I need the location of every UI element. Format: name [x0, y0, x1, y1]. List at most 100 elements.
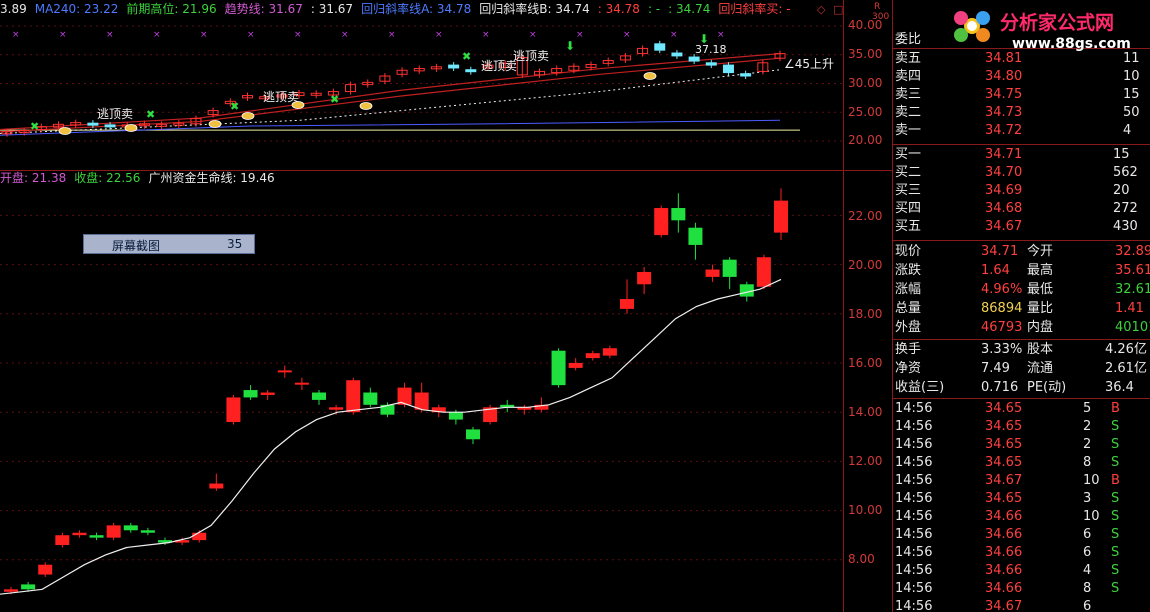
tick-price: 34.65 — [985, 401, 1023, 416]
sub-candle — [671, 193, 686, 233]
main-candle — [70, 119, 82, 128]
stat-row[interactable]: 涨跌 1.64 最高 35.61 — [893, 262, 1150, 280]
main-legend-item: 回归斜率线B: 34.74 — [479, 2, 590, 16]
bid-row[interactable]: 买四 34.68 272 — [893, 200, 1150, 218]
tick-time: 14:56 — [895, 527, 933, 542]
tick-side: S — [1111, 563, 1120, 578]
tick-row[interactable]: 14:56 34.65 2 S — [893, 418, 1150, 436]
ask-row[interactable]: 卖四 34.80 10 — [893, 68, 1150, 86]
quote-panel: 委比 卖五 34.81 11 卖四 34.80 10 卖三 34.75 15 卖二 34.73 50 卖一… — [893, 0, 1150, 612]
stat-row[interactable]: 现价 34.71 今开 32.89 — [893, 243, 1150, 261]
stat-label: 涨跌 — [895, 263, 922, 278]
tick-side: S — [1111, 527, 1120, 542]
fundamental-value: 0.716 — [981, 380, 1019, 395]
separator — [893, 339, 1150, 340]
bid-row[interactable]: 买二 34.70 562 — [893, 164, 1150, 182]
sub-chart-legend: 开盘: 21.38 收盘: 22.56 广州资金生命线: 19.46 — [0, 171, 283, 185]
tick-price: 34.67 — [985, 599, 1023, 612]
stat-value: 86894 — [981, 301, 1023, 316]
main-kline-chart[interactable]: × × × × × × × × × × × × × × × ×逃顶卖逃顶卖逃顶卖逃顶卖∠45上升37.18⬇ ⬇… — [0, 18, 843, 168]
sub-candle — [517, 404, 532, 415]
down-arrow-icon: ⬇ — [699, 32, 709, 46]
sub-candle — [277, 365, 292, 378]
sub-legend-item: 收盘: 22.56 — [74, 171, 141, 185]
collapse-diamond-icon[interactable]: ◇ — [817, 3, 825, 16]
fundamental-label: 流通 — [1027, 361, 1054, 376]
ask-volume: 50 — [1123, 105, 1140, 120]
tick-row[interactable]: 14:56 34.65 8 S — [893, 454, 1150, 472]
sub-candle — [38, 562, 53, 578]
ask-row[interactable]: 卖三 34.75 15 — [893, 86, 1150, 104]
main-legend-item: 3.89 — [0, 2, 27, 16]
tick-row[interactable]: 14:56 34.67 6 — [893, 598, 1150, 612]
tick-side: B — [1111, 401, 1120, 416]
main-candle — [671, 50, 683, 59]
ask-volume: 15 — [1123, 87, 1140, 102]
bid-row[interactable]: 买三 34.69 20 — [893, 182, 1150, 200]
tick-row[interactable]: 14:56 34.65 5 B — [893, 400, 1150, 418]
tick-row[interactable]: 14:56 34.66 8 S — [893, 580, 1150, 598]
sub-candle — [705, 264, 720, 282]
bid-row[interactable]: 买五 34.67 430 — [893, 218, 1150, 236]
main-axis-tick: 25.00 — [848, 105, 883, 119]
sub-candle — [602, 345, 617, 359]
sub-candle — [123, 522, 138, 533]
fundamental-value: 7.49 — [981, 361, 1010, 376]
tick-row[interactable]: 14:56 34.67 10 B — [893, 472, 1150, 490]
tick-row[interactable]: 14:56 34.66 6 S — [893, 526, 1150, 544]
ask-label: 卖三 — [895, 87, 922, 102]
stat-label: 最高 — [1027, 263, 1054, 278]
screenshot-tool-box[interactable]: 屏幕截图 35 — [83, 234, 255, 254]
tick-row[interactable]: 14:56 34.65 3 S — [893, 490, 1150, 508]
main-candle — [619, 52, 631, 63]
sub-axis-tick: 16.00 — [848, 356, 883, 370]
tick-volume: 2 — [1083, 419, 1092, 434]
sub-axis-tick: 18.00 — [848, 307, 883, 321]
bid-label: 买五 — [895, 219, 922, 234]
bid-label: 买四 — [895, 201, 922, 216]
ask-row[interactable]: 卖二 34.73 50 — [893, 104, 1150, 122]
tick-time: 14:56 — [895, 491, 933, 506]
main-candle — [430, 63, 442, 72]
tick-row[interactable]: 14:56 34.65 2 S — [893, 436, 1150, 454]
tick-row[interactable]: 14:56 34.66 4 S — [893, 562, 1150, 580]
purple-marker-icon: × — [200, 30, 208, 40]
sub-candle — [756, 254, 771, 290]
bid-row[interactable]: 买一 34.71 15 — [893, 146, 1150, 164]
main-candle — [448, 62, 460, 71]
ask-row[interactable]: 卖一 34.72 4 — [893, 122, 1150, 140]
sub-legend-item: 开盘: 21.38 — [0, 171, 67, 185]
stat-label: 外盘 — [895, 320, 922, 335]
fundamental-row[interactable]: 换手 3.33% 股本 4.26亿 — [893, 341, 1150, 359]
sub-candle — [55, 532, 70, 548]
sell-signal-label: 逃顶卖 — [97, 107, 133, 121]
tick-volume: 5 — [1083, 401, 1092, 416]
tick-side: S — [1111, 545, 1120, 560]
purple-marker-icon: × — [576, 30, 584, 40]
main-candle — [379, 73, 391, 85]
chart-area[interactable]: 3.89 MA240: 23.22 前期高位: 21.96 趋势线: 31.67: 3… — [0, 0, 843, 612]
tick-row[interactable]: 14:56 34.66 6 S — [893, 544, 1150, 562]
tick-side: S — [1111, 509, 1120, 524]
stat-row[interactable]: 总量 86894 量比 1.41 — [893, 300, 1150, 318]
main-candle — [396, 67, 408, 78]
main-legend-item: 回归斜率买: - — [718, 2, 791, 16]
fundamental-row[interactable]: 收益(三) 0.716 PE(动) 36.4 — [893, 379, 1150, 397]
expand-square-icon[interactable]: □ — [833, 3, 843, 16]
purple-marker-icon: × — [482, 30, 490, 40]
tick-volume: 6 — [1083, 545, 1092, 560]
tick-row[interactable]: 14:56 34.66 10 S — [893, 508, 1150, 526]
axis-corner-value: 300 — [872, 12, 890, 22]
tick-side: S — [1111, 581, 1120, 596]
stat-row[interactable]: 外盘 46793 内盘 40101 — [893, 319, 1150, 337]
tick-side: S — [1111, 419, 1120, 434]
fundamental-label: 换手 — [895, 342, 922, 357]
stat-row[interactable]: 涨幅 4.96% 最低 32.61 — [893, 281, 1150, 299]
sub-candle — [466, 426, 480, 445]
tick-side: B — [1111, 473, 1120, 488]
tick-volume: 4 — [1083, 563, 1092, 578]
x-mark-icon: ✖ — [30, 120, 39, 133]
axis-corner-label: R — [874, 2, 881, 12]
fundamental-row[interactable]: 净资 7.49 流通 2.61亿 — [893, 360, 1150, 378]
main-candle — [602, 57, 614, 67]
